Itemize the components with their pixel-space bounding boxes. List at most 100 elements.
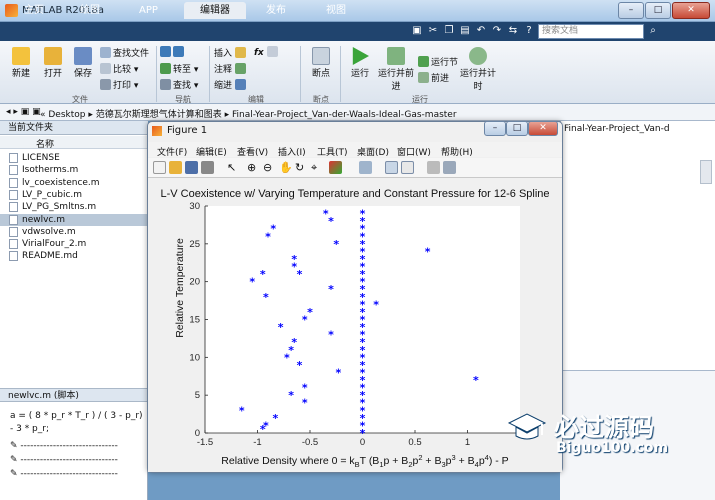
data-point: * — [270, 223, 276, 236]
file-item[interactable]: lv_coexistence.m — [0, 177, 148, 189]
fx-button[interactable]: fx — [254, 46, 280, 58]
data-point: * — [239, 404, 245, 417]
file-item[interactable]: README.md — [0, 250, 148, 262]
column-header[interactable]: 名称 — [0, 136, 148, 150]
data-point: * — [284, 351, 290, 364]
new-figure-icon[interactable] — [153, 161, 166, 174]
menu-help[interactable]: 帮助(H) — [441, 145, 473, 158]
code-line: ✎ ------------------------------ — [10, 441, 118, 451]
hide-plot-tools-icon[interactable] — [427, 161, 440, 174]
file-item[interactable]: vdwsolve.m — [0, 226, 148, 238]
file-icon — [9, 214, 18, 225]
folder-path[interactable]: « Desktop ▸ 范德瓦尔斯理想气体计算和图表 ▸ Final-Year-… — [40, 107, 457, 120]
advance-button[interactable]: 前进 — [418, 71, 449, 84]
pointer-icon[interactable]: ↖ — [227, 161, 240, 174]
insert-button[interactable]: 插入 — [214, 46, 248, 59]
compare-button[interactable]: 比较 ▾ — [100, 62, 138, 75]
run-section-button[interactable]: 运行节 — [418, 55, 458, 68]
menu-edit[interactable]: 编辑(E) — [196, 145, 227, 158]
find-files-button[interactable]: 查找文件 — [100, 46, 149, 59]
show-plot-tools-icon[interactable] — [443, 161, 456, 174]
file-item[interactable]: LV_P_cubic.m — [0, 189, 148, 201]
pan-icon[interactable]: ✋ — [279, 161, 293, 174]
tab-view[interactable]: 视图 — [312, 2, 360, 19]
editor-tab[interactable]: Final-Year-Project_Van-d — [564, 124, 715, 136]
legend-icon[interactable] — [401, 161, 414, 174]
data-cursor-icon[interactable]: ⌖ — [311, 161, 324, 174]
menu-insert[interactable]: 插入(I) — [278, 145, 306, 158]
file-item[interactable]: newlvc.m — [0, 213, 148, 226]
find-button[interactable]: 查找 ▾ — [160, 78, 198, 91]
tab-apps[interactable]: APP — [125, 2, 172, 19]
tab-publish[interactable]: 发布 — [252, 2, 300, 19]
undo-icon[interactable]: ↶ — [474, 24, 488, 38]
print-icon[interactable] — [201, 161, 214, 174]
goto-button[interactable]: 转至 ▾ — [160, 62, 198, 75]
figure-close-button[interactable]: ✕ — [528, 121, 558, 136]
menu-tools[interactable]: 工具(T) — [317, 145, 348, 158]
comment-button[interactable]: 注释 — [214, 62, 248, 75]
open-icon[interactable] — [169, 161, 182, 174]
save-quick-icon[interactable]: ▣ — [410, 24, 424, 38]
arrow-right-icon — [173, 46, 184, 57]
redo-icon[interactable]: ↷ — [490, 24, 504, 38]
insert-icon — [234, 47, 246, 58]
search-documentation-input[interactable]: 搜索文档 — [538, 24, 644, 39]
tab-plots[interactable]: 绘图 — [66, 2, 114, 19]
menu-desktop[interactable]: 桌面(D) — [357, 145, 389, 158]
figure-maximize-button[interactable]: □ — [506, 121, 528, 136]
save-button[interactable]: 保存 — [68, 47, 98, 79]
find-files-icon — [100, 47, 111, 58]
search-icon[interactable]: ⌕ — [646, 24, 660, 38]
rotate-icon[interactable]: ↻ — [295, 161, 308, 174]
maximize-button[interactable]: □ — [645, 2, 671, 19]
back-forward-buttons[interactable] — [160, 46, 186, 58]
ribbon-separator — [156, 46, 157, 102]
print-button[interactable]: 打印 ▾ — [100, 78, 138, 91]
y-tick-label: 10 — [189, 352, 200, 363]
new-button[interactable]: 新建 — [6, 47, 36, 79]
file-item[interactable]: LICENSE — [0, 152, 148, 164]
file-name: LV_PG_Smltns.m — [22, 202, 97, 213]
menu-window[interactable]: 窗口(W) — [397, 145, 431, 158]
open-button[interactable]: 打开 — [38, 47, 68, 79]
file-icon — [9, 189, 18, 200]
data-point: * — [260, 268, 266, 281]
paste-icon[interactable]: ▤ — [458, 24, 472, 38]
zoom-out-icon[interactable]: ⊖ — [263, 161, 276, 174]
data-point: * — [302, 382, 308, 395]
colorbar-icon[interactable] — [385, 161, 398, 174]
run-and-time-button[interactable]: 运行并计时 — [460, 47, 496, 92]
zoom-in-icon[interactable]: ⊕ — [247, 161, 260, 174]
figure-minimize-button[interactable]: – — [484, 121, 506, 136]
tab-editor[interactable]: 编辑器 — [184, 2, 246, 19]
copy-icon[interactable]: ❐ — [442, 24, 456, 38]
nav-arrows-icon[interactable]: ◂ ▸ ▣ ▣ — [6, 107, 41, 117]
switch-windows-icon[interactable]: ⇆ — [506, 24, 520, 38]
code-line: ✎ ------------------------------ — [10, 469, 118, 479]
brush-icon[interactable] — [329, 161, 342, 174]
tab-home[interactable]: 主页 — [10, 2, 58, 19]
link-plot-icon[interactable] — [359, 161, 372, 174]
file-icon — [9, 165, 18, 176]
data-point: * — [328, 215, 334, 228]
breakpoints-button[interactable]: 断点 — [304, 47, 338, 79]
minimize-button[interactable]: – — [618, 2, 644, 19]
close-button[interactable]: ✕ — [672, 2, 710, 19]
cut-icon[interactable]: ✂ — [426, 24, 440, 38]
help-icon[interactable]: ? — [522, 24, 536, 38]
menu-file[interactable]: 文件(F) — [157, 145, 187, 158]
menu-view[interactable]: 查看(V) — [237, 145, 268, 158]
run-and-advance-button[interactable]: 运行并前进 — [378, 47, 414, 92]
run-button[interactable]: 运行 — [344, 47, 376, 79]
data-point: * — [425, 245, 431, 258]
file-item[interactable]: Isotherms.m — [0, 164, 148, 176]
open-folder-icon — [44, 47, 62, 65]
indent-button[interactable]: 缩进 — [214, 78, 248, 91]
figure-title: Figure 1 — [167, 125, 208, 136]
save-icon[interactable] — [185, 161, 198, 174]
file-icon — [9, 177, 18, 188]
file-item[interactable]: VirialFour_2.m — [0, 238, 148, 250]
editor-scrollbar[interactable] — [700, 160, 712, 184]
file-item[interactable]: LV_PG_Smltns.m — [0, 201, 148, 213]
